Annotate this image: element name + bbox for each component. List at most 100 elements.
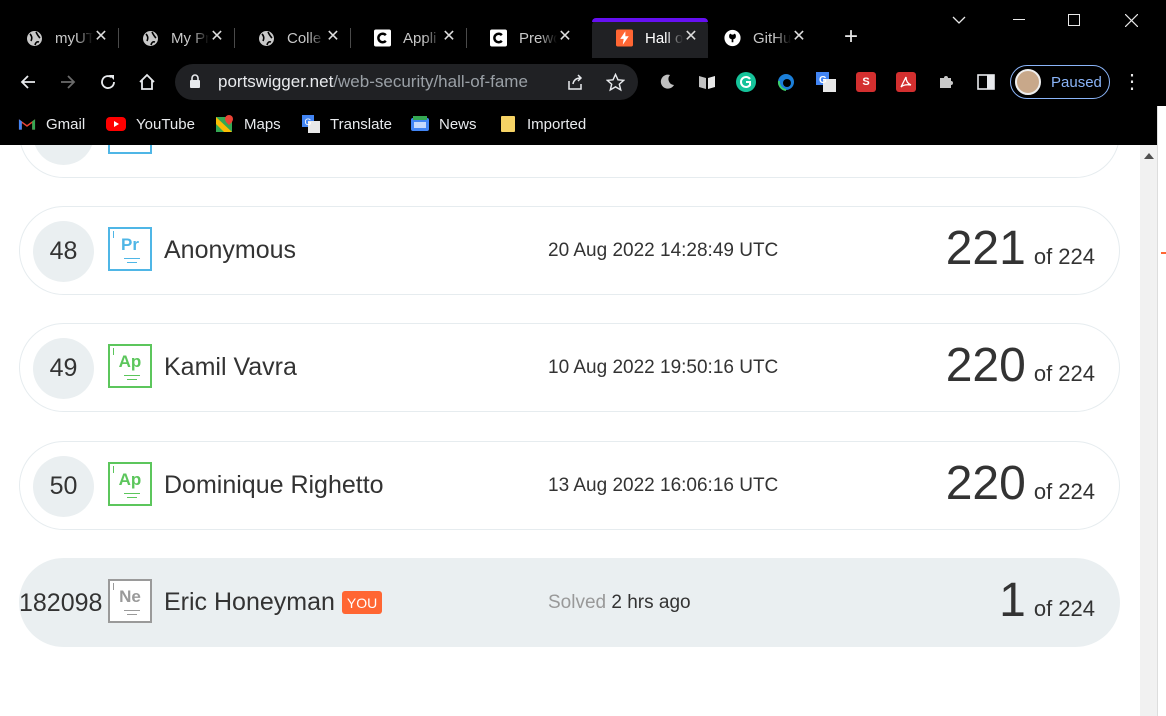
news-icon	[411, 116, 429, 132]
forward-button[interactable]	[54, 68, 82, 96]
browser-tab-strip: myUT ✕ My Pr ✕ Colle ✕ Appli ✕ Prewo ✕ H…	[0, 0, 1166, 58]
github-icon	[724, 29, 741, 47]
player-name: Anonymous	[164, 236, 297, 264]
close-icon[interactable]: ✕	[441, 29, 457, 45]
tab-appli[interactable]: Appli ✕	[350, 18, 467, 58]
tab-myut[interactable]: myUT ✕	[2, 18, 119, 58]
profile-button[interactable]: Paused	[1010, 65, 1110, 99]
tab-my-pr[interactable]: My Pr ✕	[118, 18, 235, 58]
youtube-icon	[106, 116, 126, 132]
bookmark-news[interactable]: News	[411, 113, 477, 135]
leaderboard-row: 48 Pr Anonymous 20 Aug 2022 14:28:49 UTC…	[19, 206, 1120, 295]
close-icon[interactable]: ✕	[209, 29, 225, 45]
dark-mode-extension-icon[interactable]	[657, 72, 677, 92]
score-value: 220	[945, 339, 1026, 392]
vertical-scrollbar[interactable]	[1140, 145, 1157, 716]
close-icon[interactable]: ✕	[683, 29, 699, 45]
tab-title: GitHu	[753, 29, 791, 47]
minimize-button[interactable]	[1004, 8, 1034, 32]
url-host: portswigger.net	[218, 72, 334, 91]
profile-status: Paused	[1051, 73, 1102, 91]
reload-button[interactable]	[94, 68, 122, 96]
back-button[interactable]	[14, 68, 42, 96]
tab-title: myUT	[55, 29, 93, 47]
share-icon[interactable]	[565, 72, 585, 92]
translate-extension-icon[interactable]: G	[816, 72, 836, 92]
player-name: Dominique Righetto	[164, 471, 384, 499]
close-icon[interactable]: ✕	[557, 29, 573, 45]
globe-icon	[258, 30, 275, 47]
bookmark-label: YouTube	[136, 115, 195, 133]
address-bar[interactable]: portswigger.net/web-security/hall-of-fam…	[175, 64, 638, 100]
maps-icon	[216, 115, 234, 132]
level-badge: Pr	[108, 227, 152, 271]
puzzle-extensions-icon[interactable]	[936, 72, 956, 92]
player-name-wrap: Eric Honeyman YOU	[164, 588, 383, 617]
level-badge-symbol: Ap	[118, 352, 142, 371]
grammarly-icon[interactable]	[736, 72, 756, 92]
level-badge-symbol: Ap	[118, 470, 142, 489]
level-badge: Ne	[108, 579, 152, 623]
level-badge: Ap	[108, 462, 152, 506]
translate-icon: G	[302, 115, 320, 133]
burp-icon	[616, 29, 633, 47]
url-text[interactable]: portswigger.net/web-security/hall-of-fam…	[218, 72, 528, 92]
rank-number: 48	[33, 221, 94, 282]
lock-icon[interactable]	[189, 74, 201, 94]
level-badge-symbol: Pr	[121, 235, 139, 254]
menu-icon[interactable]: ⋮	[1122, 70, 1142, 94]
bookmark-maps[interactable]: Maps	[216, 113, 281, 135]
bookmark-label: News	[439, 115, 477, 133]
score: 221 of 224	[946, 221, 1095, 276]
player-name: Eric Honeyman	[164, 588, 335, 616]
home-button[interactable]	[133, 68, 161, 96]
tab-search-button[interactable]	[944, 8, 974, 32]
edge-extension-icon[interactable]	[776, 72, 796, 92]
close-window-button[interactable]	[1116, 8, 1146, 32]
star-icon[interactable]	[605, 72, 625, 92]
bookmark-translate[interactable]: G Translate	[302, 113, 392, 135]
g-box-icon	[490, 29, 507, 47]
close-icon[interactable]: ✕	[791, 29, 807, 45]
current-user-row: 182098 Ne Eric Honeyman YOU Solved 2 hrs…	[19, 558, 1120, 647]
score-value: 220	[945, 457, 1026, 510]
level-badge: Ap	[108, 344, 152, 388]
leaderboard-row-partial	[19, 145, 1120, 178]
bookmark-youtube[interactable]: YouTube	[106, 113, 195, 135]
level-badge-symbol: Ne	[119, 587, 141, 606]
completion-date: 20 Aug 2022 14:28:49 UTC	[548, 240, 779, 261]
tab-title: My Pr	[171, 29, 209, 47]
score-total: of 224	[1033, 479, 1095, 504]
side-panel-icon[interactable]	[976, 72, 996, 92]
close-icon[interactable]: ✕	[325, 29, 341, 45]
bookmark-folder-imported[interactable]: Imported	[499, 113, 586, 135]
pdf-extension-icon[interactable]	[896, 72, 916, 92]
bookmark-gmail[interactable]: Gmail	[18, 113, 85, 135]
score-value: 221	[945, 222, 1026, 275]
tab-title: Prewo	[519, 29, 557, 47]
score: 220 of 224	[946, 456, 1095, 511]
score-total: of 224	[1033, 361, 1095, 386]
bookmark-label: Imported	[527, 115, 587, 133]
maximize-button[interactable]	[1059, 8, 1089, 32]
s-extension-icon[interactable]: S	[856, 72, 876, 92]
solved-time: 2 hrs ago	[611, 592, 691, 613]
score-value: 1	[999, 574, 1026, 627]
tab-title: Appli	[403, 29, 437, 47]
tab-prewo[interactable]: Prewo ✕	[466, 18, 582, 58]
avatar	[1015, 69, 1041, 95]
close-icon[interactable]: ✕	[93, 29, 109, 45]
bookmarks-bar: Gmail YouTube Maps G Translate News Impo…	[0, 106, 1166, 145]
adjacent-window-edge	[1157, 106, 1166, 716]
bookmark-label: Maps	[244, 115, 281, 133]
tab-colle[interactable]: Colle ✕	[234, 18, 351, 58]
new-tab-button[interactable]: +	[840, 25, 862, 49]
rank-circle	[33, 145, 94, 165]
tab-github[interactable]: GitHu ✕	[700, 18, 816, 58]
tab-hall-of-fame[interactable]: Hall o ✕	[592, 18, 708, 58]
tab-title: Colle	[287, 29, 322, 47]
solved-status: Solved 2 hrs ago	[548, 592, 691, 614]
scroll-up-arrow-icon[interactable]	[1144, 153, 1154, 159]
reader-extension-icon[interactable]	[697, 72, 717, 92]
accent-mark	[1161, 252, 1166, 254]
